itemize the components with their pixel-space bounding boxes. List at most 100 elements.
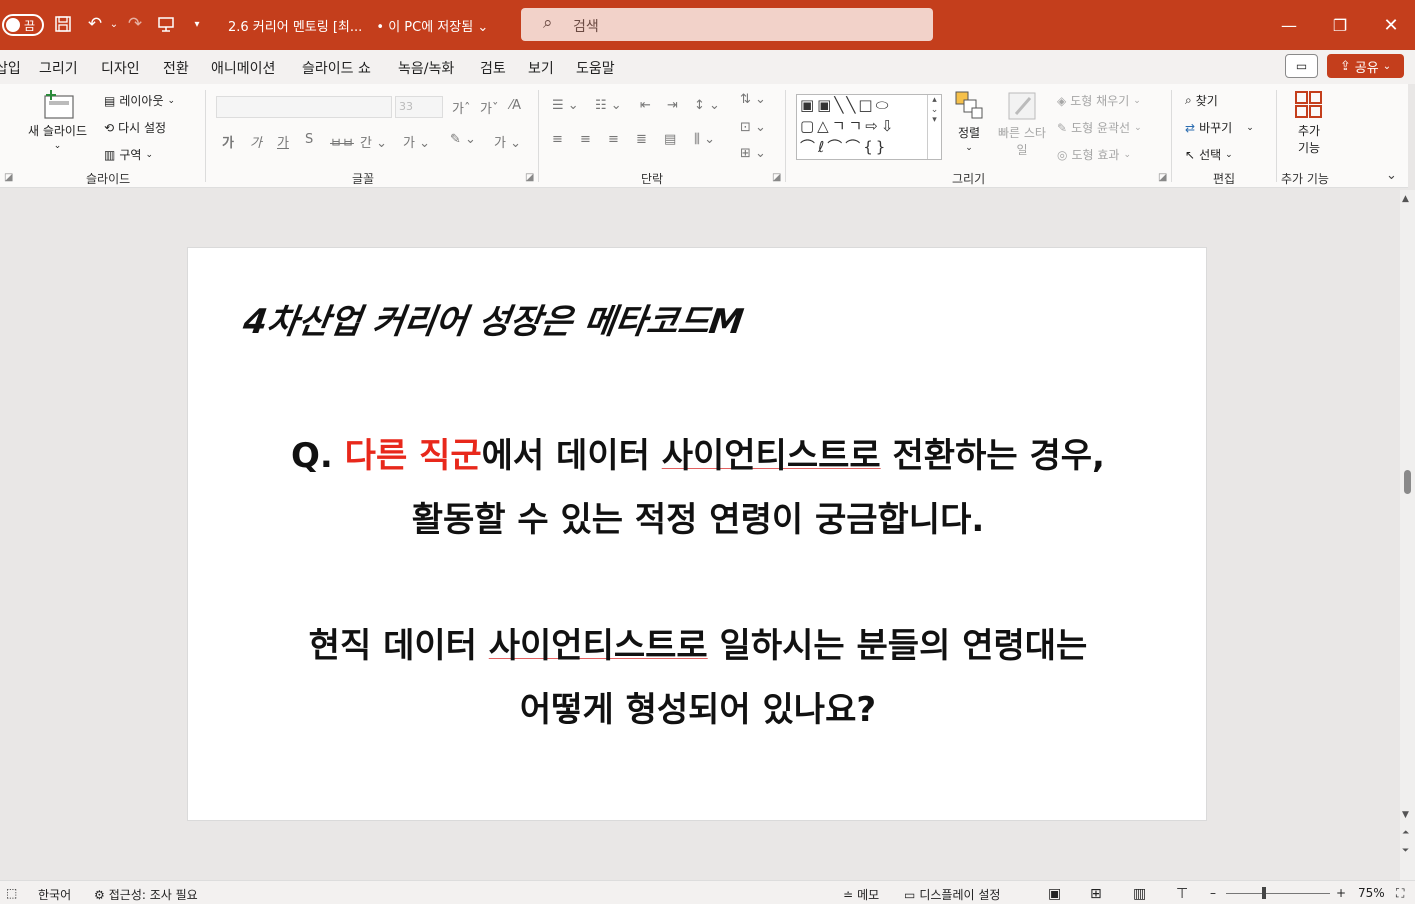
tab-slideshow[interactable]: 슬라이드 쇼: [302, 58, 371, 78]
align-text-icon[interactable]: ⊡ ⌄: [740, 120, 766, 135]
present-icon[interactable]: [155, 13, 177, 35]
quick-styles-button[interactable]: 빠른 스타일: [996, 90, 1048, 158]
answer-line-2[interactable]: 어떻게 형성되어 있나요?: [188, 682, 1208, 731]
question-line-2[interactable]: 활동할 수 있는 적정 연령이 궁금합니다.: [188, 492, 1208, 541]
previous-slide-icon[interactable]: ⏶: [1402, 828, 1409, 838]
minimize-button[interactable]: —: [1274, 10, 1304, 40]
bullets-icon[interactable]: ☰ ⌄: [552, 98, 579, 113]
section-button[interactable]: ▥ 구역 ⌄: [104, 146, 153, 163]
increase-font-icon[interactable]: 가ˆ: [452, 98, 470, 117]
autosave-toggle[interactable]: 끔: [2, 14, 44, 36]
scroll-thumb[interactable]: [1404, 470, 1411, 494]
notes-button[interactable]: ≐ 메모: [843, 886, 879, 903]
select-button[interactable]: ↖ 선택 ⌄: [1185, 146, 1233, 163]
next-slide-icon[interactable]: ⏷: [1402, 846, 1409, 856]
accessibility-status[interactable]: ⚙ 접근성: 조사 필요: [94, 886, 198, 903]
highlight-icon[interactable]: ✎ ⌄: [450, 132, 476, 147]
line-spacing-icon[interactable]: ↕ ⌄: [694, 98, 720, 113]
gallery-scroll[interactable]: ▴ ⌄ ▾: [927, 95, 941, 159]
clear-format-icon[interactable]: ⁄A: [510, 98, 521, 113]
zoom-slider-handle[interactable]: [1262, 887, 1266, 899]
underline-icon[interactable]: 가: [277, 132, 289, 151]
display-settings-label: 디스플레이 설정: [919, 888, 1001, 902]
document-title[interactable]: 2.6 커리어 멘토링 [최... • 이 PC에 저장됨 ⌄: [228, 16, 488, 35]
reading-view-icon[interactable]: ▥: [1133, 886, 1146, 902]
shadow-icon[interactable]: S: [305, 132, 313, 147]
text-direction-icon[interactable]: ⇅ ⌄: [740, 92, 766, 107]
font-size-box[interactable]: 33: [395, 96, 443, 118]
slideshow-view-icon[interactable]: ⊤: [1176, 886, 1188, 902]
decrease-font-icon[interactable]: 가ˇ: [480, 98, 498, 117]
customize-toolbar-icon[interactable]: ▾: [186, 13, 208, 35]
addins-button[interactable]: 추가 기능: [1291, 90, 1327, 156]
share-button[interactable]: ⇪ 공유 ⌄: [1327, 54, 1404, 78]
redo-icon[interactable]: ↷: [124, 13, 146, 35]
tab-insert[interactable]: 삽입: [0, 58, 21, 78]
shape-outline-button[interactable]: ✎ 도형 윤곽선 ⌄: [1057, 119, 1142, 136]
increase-indent-icon[interactable]: ⇥: [667, 98, 678, 113]
reset-button[interactable]: ⟲ 다시 설정: [104, 119, 166, 136]
slide-title[interactable]: 4차산업 커리어 성장은 메타코드M: [241, 294, 748, 343]
decrease-indent-icon[interactable]: ⇤: [640, 98, 651, 113]
tab-design[interactable]: 디자인: [101, 58, 140, 78]
normal-view-icon[interactable]: ▣: [1048, 886, 1061, 902]
tab-animations[interactable]: 애니메이션: [211, 58, 275, 78]
align-center-icon[interactable]: ≡: [580, 132, 591, 147]
tab-help[interactable]: 도움말: [576, 58, 615, 78]
zoom-level[interactable]: 75%: [1358, 886, 1385, 900]
question-line-1[interactable]: Q. 다른 직군에서 데이터 사이언티스트로 전환하는 경우,: [188, 428, 1208, 477]
slide-view-icon[interactable]: ⬚: [6, 886, 17, 900]
tab-draw[interactable]: 그리기: [39, 58, 78, 78]
bold-icon[interactable]: 가: [222, 132, 234, 151]
distributed-icon[interactable]: ▤: [664, 132, 676, 147]
vertical-scrollbar[interactable]: ▲ ▼ ⏶ ⏷: [1400, 190, 1415, 880]
change-case-icon[interactable]: 가 ⌄: [403, 132, 430, 151]
numbering-icon[interactable]: ☷ ⌄: [595, 98, 622, 113]
collapse-ribbon-icon[interactable]: ⌄: [1386, 168, 1397, 183]
justify-icon[interactable]: ≣: [636, 132, 647, 147]
tab-record[interactable]: 녹음/녹화: [398, 58, 454, 78]
italic-icon[interactable]: 가: [250, 132, 262, 151]
strikethrough-icon[interactable]: ㅂㅂ: [330, 132, 354, 151]
dialog-launcher-icon[interactable]: ◪: [4, 172, 13, 183]
arrange-button[interactable]: 정렬 ⌄: [954, 90, 984, 153]
layout-button[interactable]: ▤ 레이아웃 ⌄: [104, 92, 175, 109]
answer-line-1[interactable]: 현직 데이터 사이언티스트로 일하시는 분들의 연령대는: [188, 618, 1208, 667]
dialog-launcher-icon[interactable]: ◪: [525, 172, 534, 183]
char-spacing-icon[interactable]: 간 ⌄: [360, 132, 387, 151]
shape-fill-button[interactable]: ◈ 도형 채우기 ⌄: [1057, 92, 1141, 109]
restore-button[interactable]: ❐: [1325, 10, 1355, 40]
shape-effects-button[interactable]: ◎ 도형 효과 ⌄: [1057, 146, 1131, 163]
scroll-down-icon[interactable]: ▼: [1402, 810, 1409, 820]
search-box[interactable]: ⌕ 검색: [521, 8, 933, 41]
find-button[interactable]: ⌕ 찾기: [1185, 92, 1218, 109]
new-slide-button[interactable]: 새 슬라이드 ⌄: [28, 90, 87, 151]
smartart-icon[interactable]: ⊞ ⌄: [740, 146, 766, 161]
slide[interactable]: 4차산업 커리어 성장은 메타코드M Q. 다른 직군에서 데이터 사이언티스트…: [187, 247, 1207, 821]
align-left-icon[interactable]: ≡: [552, 132, 563, 147]
font-color-icon[interactable]: 가 ⌄: [494, 132, 521, 151]
scroll-up-icon[interactable]: ▲: [1402, 194, 1409, 204]
shapes-gallery[interactable]: ▣▣╲╲□⬭ ▢△ㄱㄱ⇨⇩ ⌒ℓ⌒⌒{} ▴ ⌄ ▾: [796, 94, 942, 160]
align-right-icon[interactable]: ≡: [608, 132, 619, 147]
zoom-out-icon[interactable]: –: [1210, 886, 1216, 900]
replace-button[interactable]: ⇄ 바꾸기 ⌄: [1185, 119, 1254, 136]
undo-dropdown-icon[interactable]: ⌄: [103, 13, 125, 35]
save-icon[interactable]: [52, 13, 74, 35]
tab-view[interactable]: 보기: [528, 58, 554, 78]
zoom-in-icon[interactable]: +: [1336, 886, 1346, 900]
dialog-launcher-icon[interactable]: ◪: [1158, 172, 1167, 183]
font-name-box[interactable]: [216, 96, 392, 118]
tab-review[interactable]: 검토: [480, 58, 506, 78]
columns-icon[interactable]: ⫼ ⌄: [694, 132, 715, 147]
display-settings-button[interactable]: ▭ 디스플레이 설정: [904, 886, 1000, 903]
comments-button[interactable]: ▭: [1285, 54, 1318, 78]
dialog-launcher-icon[interactable]: ◪: [772, 172, 781, 183]
fit-slide-icon[interactable]: ⛶: [1396, 886, 1404, 901]
close-button[interactable]: ✕: [1376, 10, 1406, 40]
language-status[interactable]: 한국어: [38, 886, 71, 903]
zoom-slider[interactable]: [1226, 893, 1330, 894]
tab-transitions[interactable]: 전환: [163, 58, 189, 78]
slide-sorter-icon[interactable]: ⊞: [1090, 886, 1102, 902]
shapes-row: ⌒ℓ⌒⌒{}: [800, 138, 889, 156]
